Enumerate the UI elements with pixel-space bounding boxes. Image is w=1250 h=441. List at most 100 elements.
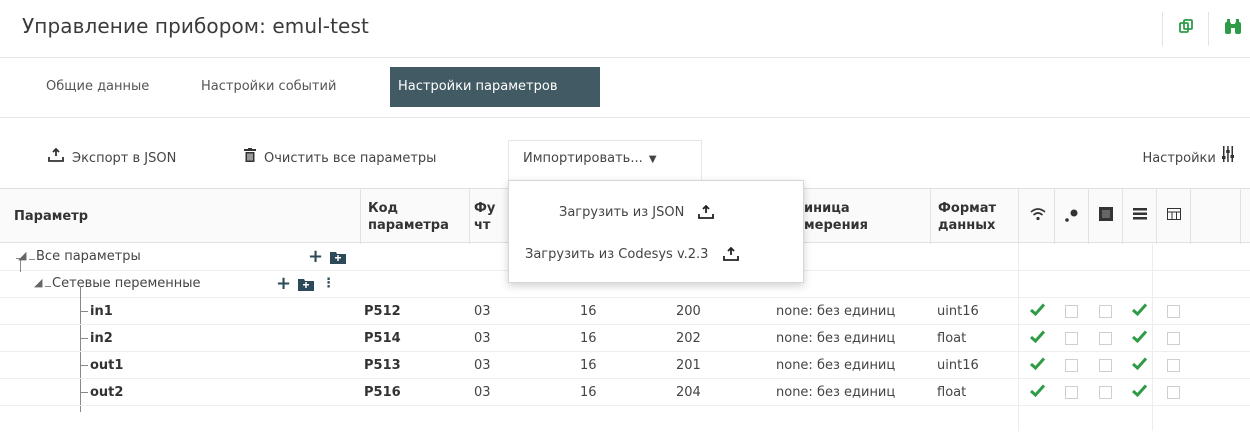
header-divider (1208, 12, 1209, 46)
checkbox-unchecked[interactable] (1167, 305, 1180, 318)
add-icon[interactable]: + (308, 248, 323, 266)
tree-connector (80, 365, 88, 366)
collapse-arrow-icon[interactable]: ◢ (34, 276, 42, 289)
checkbox-unchecked[interactable] (1099, 386, 1112, 399)
param-unit: none: без единиц (776, 331, 896, 346)
tree-connector (45, 286, 51, 287)
checkbox-unchecked[interactable] (1167, 332, 1180, 345)
checkbox-checked[interactable] (1030, 303, 1046, 319)
tab-events[interactable]: Настройки событий (193, 67, 344, 107)
col-divider (1088, 189, 1089, 244)
col-divider (1156, 189, 1157, 244)
settings-button[interactable]: Настройки (1142, 146, 1234, 171)
tab-parameters[interactable]: Настройки параметров (390, 67, 600, 107)
load-codesys-item[interactable]: Загрузить из Codesys v.2.3 (525, 243, 739, 265)
param-func: 03 (474, 358, 491, 373)
param-format: uint16 (937, 358, 979, 373)
col-divider (1240, 189, 1241, 244)
checkbox-checked[interactable] (1132, 384, 1148, 400)
upload-icon (722, 246, 739, 262)
settings-label: Настройки (1142, 151, 1216, 166)
more-vertical-icon[interactable]: ⋮ (322, 276, 335, 291)
checkbox-checked[interactable] (1132, 330, 1148, 346)
param-name: out1 (90, 358, 124, 373)
col-divider (1054, 189, 1055, 244)
page-title: Управление прибором: emul-test (22, 14, 369, 38)
col-header-func[interactable]: Фу чт (474, 189, 508, 244)
wifi-icon[interactable] (1028, 207, 1048, 227)
upload-icon (698, 204, 715, 220)
table-row[interactable]: in2 P514 03 16 202 none: без единиц float (0, 325, 1250, 352)
folder-icon[interactable] (298, 277, 314, 295)
param-reg-count: 16 (580, 385, 597, 400)
window-header: Управление прибором: emul-test (0, 0, 1250, 58)
import-label: Импортировать... (523, 151, 643, 166)
col-header-code[interactable]: Код параметра (368, 189, 468, 244)
col-divider (930, 189, 931, 244)
param-unit: none: без единиц (776, 304, 896, 319)
trash-icon (244, 146, 256, 170)
tree-connector (29, 259, 35, 260)
param-func: 03 (474, 304, 491, 319)
caret-down-icon: ▼ (648, 154, 657, 165)
checkbox-unchecked[interactable] (1099, 332, 1112, 345)
param-code: P514 (364, 331, 401, 346)
import-dropdown-button[interactable]: Импортировать... ▼ (508, 140, 702, 180)
copy-icon[interactable] (1175, 19, 1197, 41)
tree-connector (80, 392, 88, 393)
checkbox-checked[interactable] (1030, 357, 1046, 373)
list-icon[interactable] (1130, 207, 1150, 227)
collapse-arrow-icon[interactable]: ◢ (18, 249, 26, 262)
col-header-unit[interactable]: иница мерения (804, 189, 914, 244)
param-func: 03 (474, 331, 491, 346)
checkbox-checked[interactable] (1132, 303, 1148, 319)
link-nodes-icon[interactable] (1062, 207, 1082, 227)
param-name: in2 (90, 331, 113, 346)
checkbox-checked[interactable] (1132, 357, 1148, 373)
param-reg-count: 16 (580, 304, 597, 319)
col-divider (1190, 189, 1191, 244)
tree-group-label[interactable]: Сетевые переменные (52, 276, 201, 291)
load-json-label: Загрузить из JSON (559, 205, 685, 220)
param-address: 204 (676, 385, 701, 400)
tab-general[interactable]: Общие данные (38, 67, 157, 107)
param-address: 202 (676, 331, 701, 346)
checkbox-unchecked[interactable] (1065, 359, 1078, 372)
param-code: P516 (364, 385, 401, 400)
checkbox-checked[interactable] (1030, 330, 1046, 346)
param-name: out2 (90, 385, 124, 400)
checkbox-unchecked[interactable] (1099, 305, 1112, 318)
checkbox-checked[interactable] (1030, 384, 1046, 400)
checkbox-unchecked[interactable] (1099, 359, 1112, 372)
param-address: 200 (676, 304, 701, 319)
param-unit: none: без единиц (776, 358, 896, 373)
table-row[interactable]: out2 P516 03 16 204 none: без единиц float (0, 379, 1250, 406)
checkbox-unchecked[interactable] (1065, 332, 1078, 345)
param-unit: none: без единиц (776, 385, 896, 400)
export-json-button[interactable]: Экспорт в JSON (48, 146, 176, 170)
param-format: uint16 (937, 304, 979, 319)
load-codesys-label: Загрузить из Codesys v.2.3 (525, 247, 709, 262)
checkbox-unchecked[interactable] (1065, 305, 1078, 318)
add-icon[interactable]: + (276, 275, 291, 293)
table-row[interactable]: in1 P512 03 16 200 none: без единиц uint16 (0, 298, 1250, 325)
checkbox-unchecked[interactable] (1065, 386, 1078, 399)
param-format: float (937, 331, 967, 346)
tree-connector (80, 338, 88, 339)
chip-icon[interactable] (1096, 207, 1116, 227)
param-format: float (937, 385, 967, 400)
param-address: 201 (676, 358, 701, 373)
upload-icon (48, 146, 64, 170)
clear-params-button[interactable]: Очистить все параметры (244, 146, 436, 170)
checkbox-unchecked[interactable] (1167, 386, 1180, 399)
table-icon[interactable] (1164, 207, 1184, 227)
col-header-param[interactable]: Параметр (14, 189, 88, 244)
folder-icon[interactable] (330, 250, 346, 268)
tree-root-label[interactable]: Все параметры (36, 249, 141, 264)
checkbox-unchecked[interactable] (1167, 359, 1180, 372)
col-header-format[interactable]: Формат данных (938, 189, 1014, 244)
load-json-item[interactable]: Загрузить из JSON (559, 201, 715, 223)
param-reg-count: 16 (580, 358, 597, 373)
binoculars-icon[interactable] (1222, 19, 1244, 41)
table-row[interactable]: out1 P513 03 16 201 none: без единиц uint16 (0, 352, 1250, 379)
